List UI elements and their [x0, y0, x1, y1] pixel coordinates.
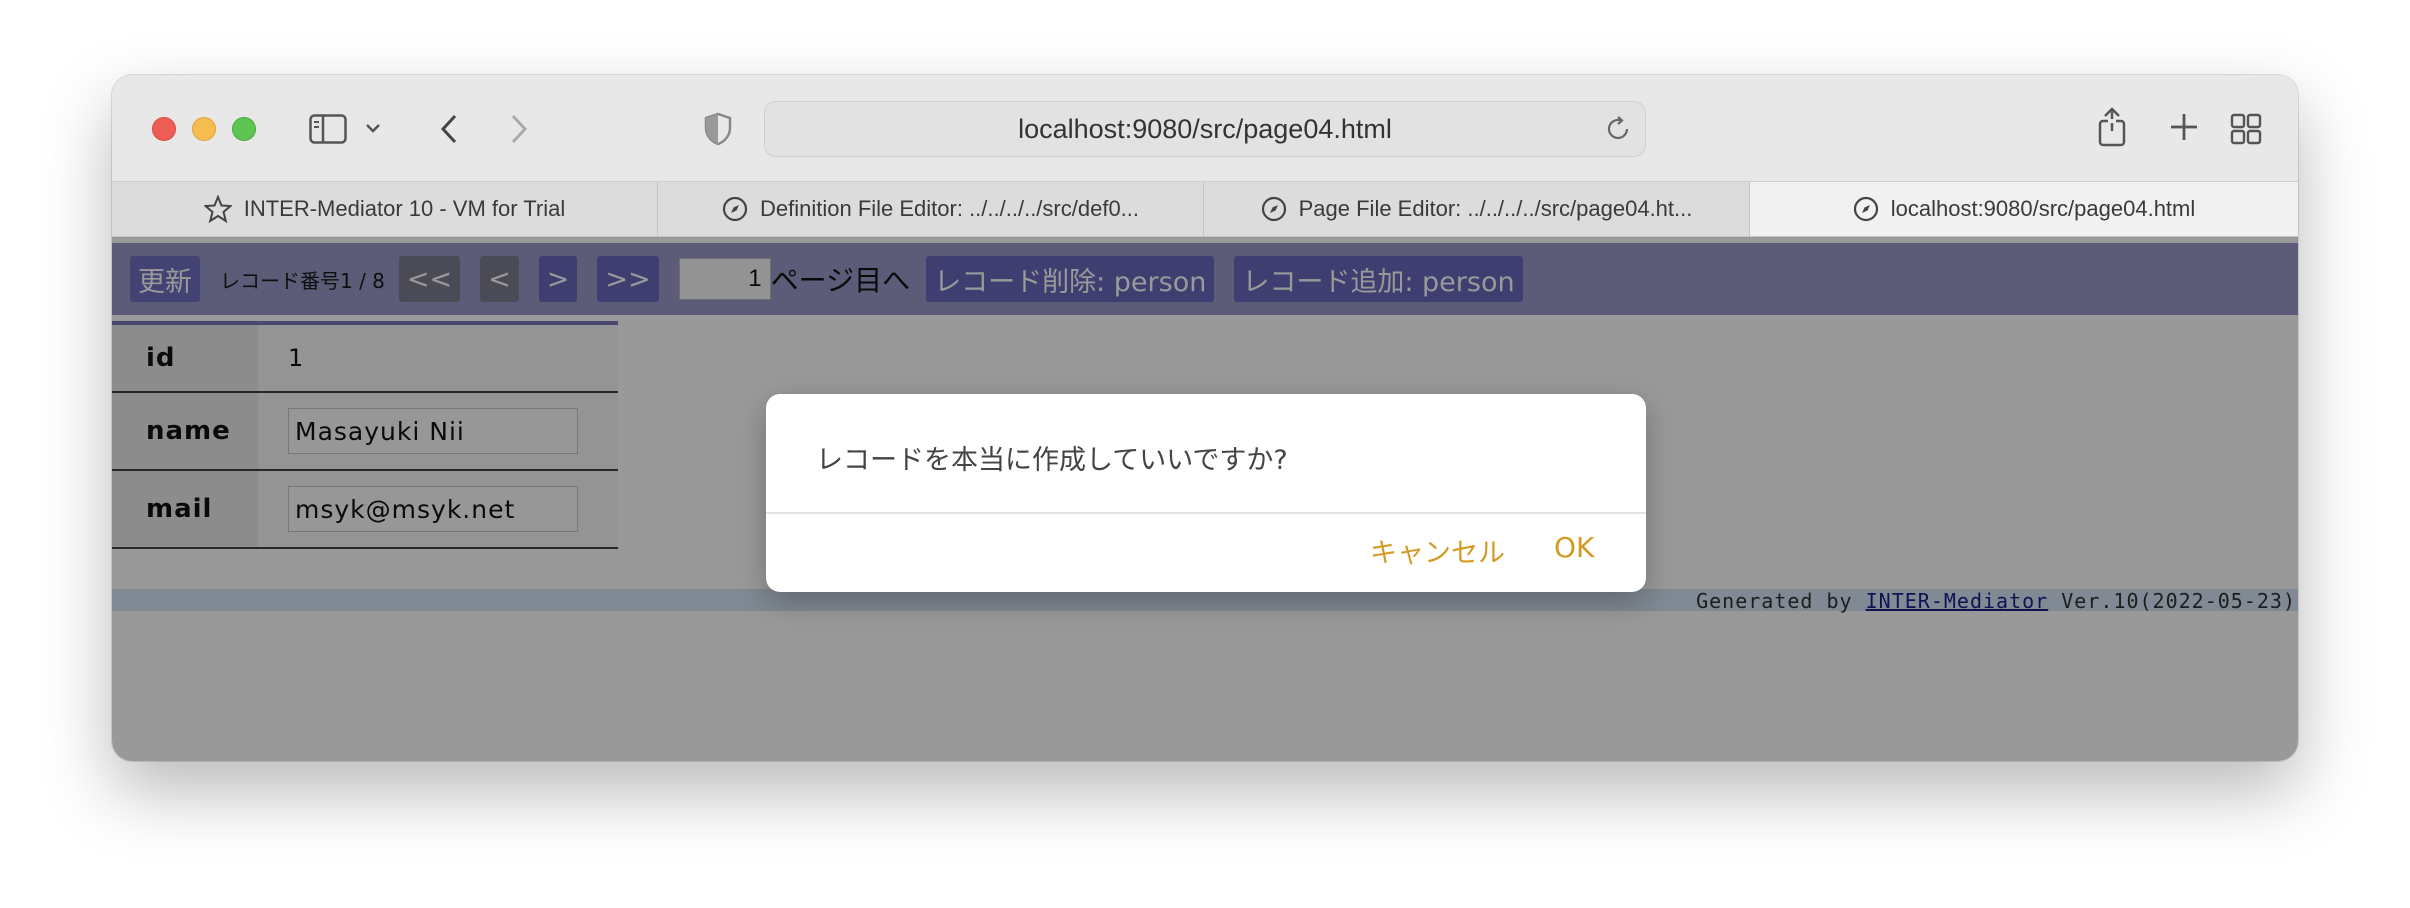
tab-inter-mediator-trial[interactable]: INTER-Mediator 10 - VM for Trial — [112, 182, 658, 236]
url-text: localhost:9080/src/page04.html — [1018, 113, 1392, 144]
cancel-button[interactable]: キャンセル — [1370, 531, 1505, 570]
tab-page04-active[interactable]: localhost:9080/src/page04.html — [1750, 182, 2298, 236]
browser-toolbar: localhost:9080/src/page04.html — [112, 75, 2298, 181]
chevron-down-icon[interactable] — [362, 117, 384, 139]
ok-button[interactable]: OK — [1554, 531, 1594, 564]
reload-icon[interactable] — [1603, 114, 1633, 144]
browser-window: localhost:9080/src/page04.html INTER-Med… — [112, 75, 2298, 761]
star-icon — [203, 195, 232, 223]
privacy-shield-icon[interactable] — [700, 111, 736, 147]
close-window-button[interactable] — [152, 117, 176, 141]
compass-icon — [1261, 196, 1286, 222]
dialog-message: レコードを本当に作成していいですか? — [816, 445, 1288, 476]
share-icon[interactable] — [2092, 105, 2132, 149]
maximize-window-button[interactable] — [232, 117, 256, 141]
tab-label: INTER-Mediator 10 - VM for Trial — [243, 196, 566, 221]
sidebar-toggle-icon[interactable] — [308, 109, 348, 149]
tab-overview-icon[interactable] — [2226, 109, 2266, 149]
tab-label: localhost:9080/src/page04.html — [1890, 196, 2196, 221]
back-arrow-icon[interactable] — [434, 111, 464, 147]
compass-icon — [722, 196, 748, 222]
tab-definition-file-editor[interactable]: Definition File Editor: ../../../../src/… — [658, 182, 1204, 236]
forward-arrow-icon[interactable] — [504, 111, 534, 147]
confirm-dialog: レコードを本当に作成していいですか? キャンセル OK — [766, 394, 1646, 592]
minimize-window-button[interactable] — [192, 117, 216, 141]
new-tab-icon[interactable] — [2166, 109, 2202, 145]
tab-label: Definition File Editor: ../../../../src/… — [759, 196, 1140, 221]
page-content: 更新 レコード番号1 / 8 << < > >> 1 ページ目へ レコード削除:… — [112, 237, 2298, 761]
tab-label: Page File Editor: ../../../../src/page04… — [1298, 196, 1693, 221]
address-bar[interactable]: localhost:9080/src/page04.html — [764, 101, 1646, 157]
dialog-divider — [766, 512, 1646, 514]
tab-page-file-editor[interactable]: Page File Editor: ../../../../src/page04… — [1204, 182, 1750, 236]
tab-bar: INTER-Mediator 10 - VM for Trial Definit… — [112, 181, 2298, 237]
compass-icon — [1853, 196, 1878, 222]
